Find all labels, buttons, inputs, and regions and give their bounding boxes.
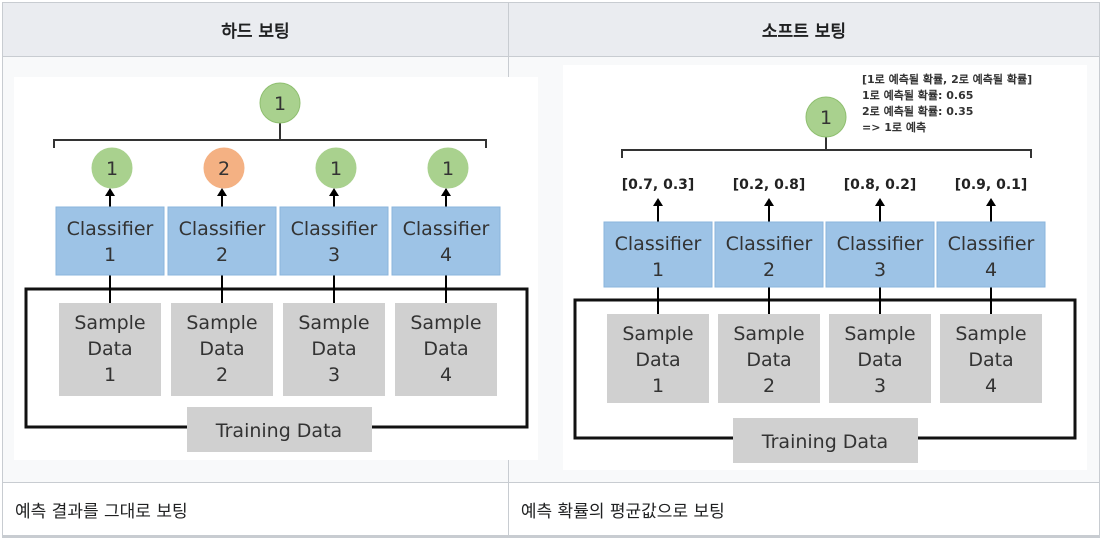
sample-label: Data: [746, 349, 791, 371]
classifier-index: 2: [763, 259, 775, 281]
classifier-label: Classifier: [291, 218, 378, 240]
final-result-label: 1: [820, 107, 832, 129]
classifier-index: 3: [328, 244, 340, 266]
sample-label: Sample: [410, 312, 481, 334]
classifier-label: Classifier: [179, 218, 266, 240]
sample-index: 4: [440, 364, 452, 386]
classifier-index: 4: [440, 244, 452, 266]
probability-note: [1로 예측될 확률, 2로 예측될 확률]: [862, 72, 1032, 86]
sample-label: Data: [199, 338, 244, 360]
classifier-label: Classifier: [837, 233, 924, 255]
sample-label: Data: [968, 349, 1013, 371]
sample-label: Data: [423, 338, 468, 360]
sample-label: Sample: [844, 323, 915, 345]
classifier-index: 1: [652, 259, 664, 281]
probability-note: => 1로 예측: [862, 120, 926, 134]
sample-index: 4: [985, 375, 997, 397]
training-data-label: Training Data: [215, 420, 342, 442]
sample-index: 3: [328, 364, 340, 386]
probability-label: [0.7, 0.3]: [622, 177, 695, 193]
classifier-index: 2: [216, 244, 228, 266]
sample-label: Sample: [733, 323, 804, 345]
sample-label: Data: [311, 338, 356, 360]
classifier-label: Classifier: [615, 233, 702, 255]
classifier-label: Classifier: [726, 233, 813, 255]
prediction-label: 2: [218, 158, 230, 180]
probability-label: [0.2, 0.8]: [733, 177, 806, 193]
sample-index: 2: [216, 364, 228, 386]
probability-note: 2로 예측될 확률: 0.35: [862, 104, 973, 118]
sample-index: 1: [652, 375, 664, 397]
probability-label: [0.9, 0.1]: [955, 177, 1028, 193]
classifier-label: Classifier: [67, 218, 154, 240]
final-result-label: 1: [274, 93, 286, 115]
classifier-label: Classifier: [403, 218, 490, 240]
classifier-index: 1: [104, 244, 116, 266]
sample-label: Data: [857, 349, 902, 371]
sample-label: Sample: [186, 312, 257, 334]
sample-label: Sample: [955, 323, 1026, 345]
prediction-label: 1: [330, 158, 342, 180]
sample-index: 2: [763, 375, 775, 397]
sample-index: 3: [874, 375, 886, 397]
classifier-label: Classifier: [948, 233, 1035, 255]
prediction-label: 1: [106, 158, 118, 180]
sample-label: Sample: [298, 312, 369, 334]
sample-index: 1: [104, 364, 116, 386]
training-data-label: Training Data: [761, 431, 888, 453]
sample-label: Data: [635, 349, 680, 371]
classifier-index: 4: [985, 259, 997, 281]
voting-diagrams: 1 1 Classifier 1 Sample Data 1 2 Classifier 2 Samp…: [14, 65, 1087, 470]
classifier-index: 3: [874, 259, 886, 281]
sample-label: Sample: [74, 312, 145, 334]
probability-label: [0.8, 0.2]: [844, 177, 917, 193]
prediction-label: 1: [442, 158, 454, 180]
probability-note: 1로 예측될 확률: 0.65: [862, 88, 973, 102]
sample-label: Data: [87, 338, 132, 360]
sample-label: Sample: [622, 323, 693, 345]
